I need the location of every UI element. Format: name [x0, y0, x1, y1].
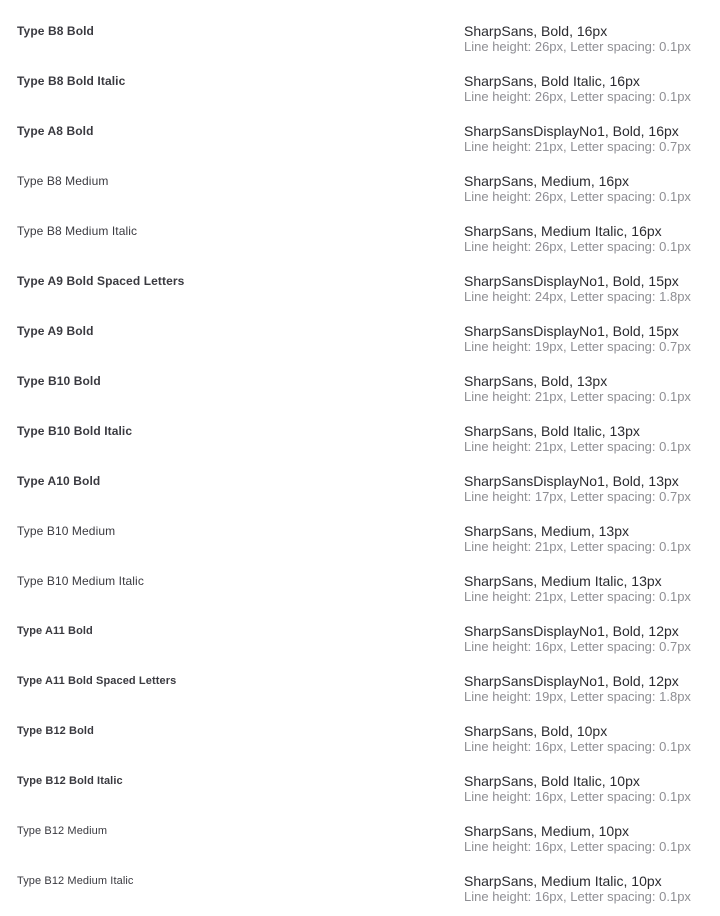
metric-spec: Line height: 21px, Letter spacing: 0.1px [464, 389, 691, 404]
type-style-list: Type B8 Bold SharpSans, Bold, 16px Line … [0, 0, 720, 916]
type-style-row: Type B12 Bold SharpSans, Bold, 10px Line… [0, 706, 720, 756]
font-spec: SharpSans, Bold, 10px [464, 723, 608, 739]
style-spec: SharpSansDisplayNo1, Bold, 15px Line hei… [464, 323, 714, 355]
font-spec: SharpSans, Bold Italic, 13px [464, 423, 640, 439]
font-spec: SharpSans, Bold Italic, 16px [464, 73, 640, 89]
type-style-row: Type B8 Bold Italic SharpSans, Bold Ital… [0, 56, 720, 106]
metric-spec: Line height: 17px, Letter spacing: 0.7px [464, 489, 691, 504]
type-style-row: Type A8 Bold SharpSansDisplayNo1, Bold, … [0, 106, 720, 156]
style-spec: SharpSans, Medium Italic, 16px Line heig… [464, 223, 714, 255]
style-name: Type B10 Medium [17, 524, 116, 538]
type-style-row: Type B10 Bold Italic SharpSans, Bold Ita… [0, 406, 720, 456]
style-name: Type B12 Medium [17, 825, 108, 837]
type-style-row: Type A9 Bold SharpSansDisplayNo1, Bold, … [0, 306, 720, 356]
style-spec: SharpSans, Medium, 13px Line height: 21p… [464, 523, 714, 555]
type-style-row: Type B10 Bold SharpSans, Bold, 13px Line… [0, 356, 720, 406]
type-style-row: Type A10 Bold SharpSansDisplayNo1, Bold,… [0, 456, 720, 506]
metric-spec: Line height: 16px, Letter spacing: 0.1px [464, 739, 691, 754]
style-name: Type B8 Bold [17, 24, 94, 38]
style-name: Type A9 Bold Spaced Letters [17, 274, 185, 288]
font-spec: SharpSans, Medium Italic, 16px [464, 223, 662, 239]
metric-spec: Line height: 16px, Letter spacing: 0.1px [464, 889, 691, 904]
metric-spec: Line height: 26px, Letter spacing: 0.1px [464, 89, 691, 104]
type-style-row: Type B8 Medium SharpSans, Medium, 16px L… [0, 156, 720, 206]
metric-spec: Line height: 21px, Letter spacing: 0.1px [464, 589, 691, 604]
font-spec: SharpSans, Medium Italic, 10px [464, 873, 662, 889]
style-spec: SharpSans, Medium, 10px Line height: 16p… [464, 823, 714, 855]
style-spec: SharpSansDisplayNo1, Bold, 15px Line hei… [464, 273, 714, 305]
font-spec: SharpSansDisplayNo1, Bold, 12px [464, 673, 679, 689]
type-style-row: Type B10 Medium SharpSans, Medium, 13px … [0, 506, 720, 556]
font-spec: SharpSansDisplayNo1, Bold, 13px [464, 473, 679, 489]
style-spec: SharpSans, Bold Italic, 13px Line height… [464, 423, 714, 455]
metric-spec: Line height: 24px, Letter spacing: 1.8px [464, 289, 691, 304]
font-spec: SharpSansDisplayNo1, Bold, 16px [464, 123, 679, 139]
font-spec: SharpSans, Medium, 16px [464, 173, 629, 189]
metric-spec: Line height: 19px, Letter spacing: 1.8px [464, 689, 691, 704]
style-spec: SharpSans, Bold, 10px Line height: 16px,… [464, 723, 714, 755]
style-spec: SharpSans, Bold, 13px Line height: 21px,… [464, 373, 714, 405]
font-spec: SharpSans, Medium, 13px [464, 523, 629, 539]
type-style-row: Type B8 Bold SharpSans, Bold, 16px Line … [0, 6, 720, 56]
metric-spec: Line height: 26px, Letter spacing: 0.1px [464, 39, 691, 54]
style-spec: SharpSansDisplayNo1, Bold, 12px Line hei… [464, 623, 714, 655]
style-name: Type B10 Medium Italic [17, 574, 144, 588]
metric-spec: Line height: 26px, Letter spacing: 0.1px [464, 189, 691, 204]
style-spec: SharpSansDisplayNo1, Bold, 13px Line hei… [464, 473, 714, 505]
metric-spec: Line height: 19px, Letter spacing: 0.7px [464, 339, 691, 354]
font-spec: SharpSans, Medium, 10px [464, 823, 629, 839]
type-style-row: Type A9 Bold Spaced Letters SharpSansDis… [0, 256, 720, 306]
metric-spec: Line height: 26px, Letter spacing: 0.1px [464, 239, 691, 254]
style-name: Type B12 Bold [17, 725, 94, 737]
font-spec: SharpSans, Bold, 16px [464, 23, 608, 39]
metric-spec: Line height: 16px, Letter spacing: 0.7px [464, 639, 691, 654]
style-name: Type A11 Bold [17, 625, 93, 637]
metric-spec: Line height: 16px, Letter spacing: 0.1px [464, 789, 691, 804]
type-style-row: Type B12 Medium SharpSans, Medium, 10px … [0, 806, 720, 856]
metric-spec: Line height: 21px, Letter spacing: 0.1px [464, 439, 691, 454]
style-name: Type B12 Bold Italic [17, 775, 123, 787]
style-spec: SharpSans, Medium, 16px Line height: 26p… [464, 173, 714, 205]
metric-spec: Line height: 16px, Letter spacing: 0.1px [464, 839, 691, 854]
font-spec: SharpSansDisplayNo1, Bold, 12px [464, 623, 679, 639]
style-name: Type A8 Bold [17, 124, 94, 138]
metric-spec: Line height: 21px, Letter spacing: 0.1px [464, 539, 691, 554]
style-name: Type A11 Bold Spaced Letters [17, 675, 177, 687]
font-spec: SharpSans, Bold, 13px [464, 373, 608, 389]
style-spec: SharpSansDisplayNo1, Bold, 16px Line hei… [464, 123, 714, 155]
type-style-row: Type A11 Bold Spaced Letters SharpSansDi… [0, 656, 720, 706]
type-style-row: Type A11 Bold SharpSansDisplayNo1, Bold,… [0, 606, 720, 656]
style-name: Type B8 Medium [17, 174, 109, 188]
style-name: Type B8 Bold Italic [17, 74, 126, 88]
style-spec: SharpSans, Bold Italic, 10px Line height… [464, 773, 714, 805]
style-spec: SharpSans, Bold, 16px Line height: 26px,… [464, 23, 714, 55]
font-spec: SharpSans, Bold Italic, 10px [464, 773, 640, 789]
style-name: Type A10 Bold [17, 474, 101, 488]
style-name: Type B10 Bold [17, 374, 101, 388]
metric-spec: Line height: 21px, Letter spacing: 0.7px [464, 139, 691, 154]
style-spec: SharpSans, Medium Italic, 10px Line heig… [464, 873, 714, 905]
style-spec: SharpSans, Bold Italic, 16px Line height… [464, 73, 714, 105]
style-name: Type B12 Medium Italic [17, 875, 134, 887]
font-spec: SharpSansDisplayNo1, Bold, 15px [464, 273, 679, 289]
style-name: Type A9 Bold [17, 324, 94, 338]
style-spec: SharpSansDisplayNo1, Bold, 12px Line hei… [464, 673, 714, 705]
style-spec: SharpSans, Medium Italic, 13px Line heig… [464, 573, 714, 605]
font-spec: SharpSansDisplayNo1, Bold, 15px [464, 323, 679, 339]
style-name: Type B8 Medium Italic [17, 224, 138, 238]
type-style-row: Type B12 Medium Italic SharpSans, Medium… [0, 856, 720, 906]
font-spec: SharpSans, Medium Italic, 13px [464, 573, 662, 589]
type-style-row: Type B10 Medium Italic SharpSans, Medium… [0, 556, 720, 606]
type-style-row: Type B8 Medium Italic SharpSans, Medium … [0, 206, 720, 256]
type-style-row: Type B12 Bold Italic SharpSans, Bold Ita… [0, 756, 720, 806]
style-name: Type B10 Bold Italic [17, 424, 133, 438]
